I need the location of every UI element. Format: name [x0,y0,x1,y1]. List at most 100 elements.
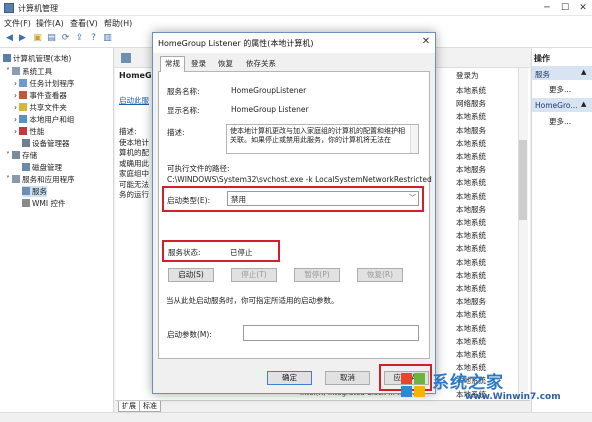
navigation-tree: 计算机管理(本地) ˅ 系统工具 › 任务计划程序 › 事件查看器 › 共享文件… [0,48,114,412]
description-label: 描述: [167,128,185,137]
window-title: 计算机管理 [18,4,58,13]
ok-button[interactable]: 确定 [267,371,312,385]
export-icon[interactable]: ⇪ [74,33,85,44]
title-bar [0,0,592,16]
logon-cell: 本地服务 [456,125,486,135]
logon-cell: 本地系统 [456,231,486,241]
help-icon[interactable]: ? [88,33,99,44]
gear-icon [22,187,30,195]
close-icon[interactable]: ✕ [576,2,590,14]
actions-section-label: HomeGro... [535,101,578,110]
wmi-icon [22,199,30,207]
tree-item-local-users[interactable]: › 本地用户和组 [14,114,74,125]
scrollbar-thumb[interactable] [519,140,527,220]
tree-item-event-viewer[interactable]: › 事件查看器 [14,90,67,101]
executable-path-value: C:\WINDOWS\System32\svchost.exe -k Local… [167,175,432,184]
tree-item-services[interactable]: 服务 [22,186,47,197]
tree-item-wmi[interactable]: WMI 控件 [22,198,65,209]
storage-icon [12,151,21,159]
menu-action[interactable]: 操作(A) [36,18,64,29]
logon-cell: 本地服务 [456,165,486,175]
executable-path-label: 可执行文件的路径: [167,164,230,173]
highlight-box-startup [162,186,424,212]
event-icon [19,91,28,99]
logon-cell: 本地系统 [456,218,486,227]
menu-help[interactable]: 帮助(H) [104,18,132,29]
start-service-link[interactable]: 启动此服 [119,95,149,106]
computer-icon [3,54,11,62]
column-header-logon[interactable]: 登录为 [456,70,479,81]
dialog-title: HomeGroup Listener 的属性(本地计算机) [158,39,314,48]
actions-section-label: 服务 [535,70,550,79]
logon-cell: 本地系统 [456,138,486,148]
pause-button[interactable]: 暂停(P) [294,268,340,282]
actions-more-link[interactable]: 更多... [549,116,571,127]
close-icon[interactable]: ✕ [420,36,432,48]
tree-item-device-manager[interactable]: 设备管理器 [22,138,70,149]
tree-item-storage[interactable]: ˅ 存储 [6,150,37,161]
logon-cell: 本地系统 [456,350,486,359]
tree-item-disk-management[interactable]: 磁盘管理 [22,162,62,173]
chevron-up-icon[interactable]: ▲ [581,100,586,108]
disk-icon [22,163,30,171]
start-parameters-label: 启动参数(M): [167,330,212,339]
tab-standard[interactable]: 标准 [139,401,161,412]
tools-icon [12,67,21,75]
back-icon[interactable]: ◀ [4,33,15,44]
status-bar [0,412,592,422]
maximize-icon[interactable]: ☐ [558,2,572,14]
forward-icon[interactable]: ▶ [17,33,28,44]
performance-icon [19,127,28,135]
service-description-excerpt: 描述: 使本地计 算机的配 或确用此 家庭组中 可能无法 务的运行 [119,127,149,199]
menu-file[interactable]: 文件(F) [4,18,31,29]
actions-title: 操作 [534,54,550,63]
watermark-url: www.Winwin7.com [465,392,561,402]
stop-button[interactable]: 停止(T) [231,268,277,282]
resume-button[interactable]: 恢复(R) [357,268,403,282]
start-button[interactable]: 启动(S) [168,268,214,282]
tree-item-system-tools[interactable]: ˅ 系统工具 [6,66,52,77]
clock-icon [19,79,28,87]
tab-logon[interactable]: 登录 [187,57,210,71]
logon-cell: 本地服务 [456,297,486,307]
start-parameters-input[interactable] [243,325,419,341]
description-scrollbar[interactable] [410,125,418,153]
logon-cell: 本地系统 [456,112,486,122]
logon-cell: 本地系统 [456,257,486,267]
tab-general[interactable]: 常规 [160,56,185,72]
tab-recovery[interactable]: 恢复 [214,57,237,71]
logon-cell: 本地系统 [456,336,486,346]
tab-dependencies[interactable]: 依存关系 [242,57,280,71]
services-scrollbar[interactable] [518,68,528,404]
start-parameters-hint: 当从此处启动服务时，你可指定所适用的启动参数。 [166,296,339,305]
minimize-icon[interactable]: ─ [540,2,554,14]
folder-icon[interactable]: ▣ [32,33,43,44]
users-icon [19,115,28,123]
windows-logo-icon [401,373,425,397]
properties-icon[interactable]: ▤ [46,33,57,44]
tree-item-services-apps[interactable]: ˅ 服务和应用程序 [6,174,75,185]
logon-cell: 本地系统 [456,191,486,201]
refresh-icon[interactable]: ⟳ [60,33,71,44]
service-name-value: HomeGroupListener [231,86,307,95]
tree-item-computer-management[interactable]: 计算机管理(本地) [3,53,71,64]
description-box: 使本地计算机更改与加入家庭组的计算机的配置和维护相关联。如果停止或禁用此服务，你… [226,124,419,154]
shared-folder-icon [19,103,28,111]
logon-cell: 本地系统 [456,152,486,161]
cancel-button[interactable]: 取消 [325,371,370,385]
chevron-up-icon[interactable]: ▲ [581,68,586,76]
device-icon [22,139,30,147]
actions-more-link[interactable]: 更多... [549,84,571,95]
logon-cell: 本地系统 [456,86,486,95]
logon-cell: 本地系统 [456,284,486,293]
tree-item-task-scheduler[interactable]: › 任务计划程序 [14,78,74,89]
menu-view[interactable]: 查看(V) [70,18,98,29]
tree-item-shared-folders[interactable]: › 共享文件夹 [14,102,67,113]
tab-extended[interactable]: 扩展 [118,401,140,412]
gear-icon [121,53,131,63]
logon-cell: 本地系统 [456,270,486,280]
tree-item-performance[interactable]: › 性能 [14,126,44,137]
logon-cell: 本地服务 [456,204,486,214]
logon-cell: 本地系统 [456,244,486,254]
view-icon[interactable]: ▥ [102,33,113,44]
